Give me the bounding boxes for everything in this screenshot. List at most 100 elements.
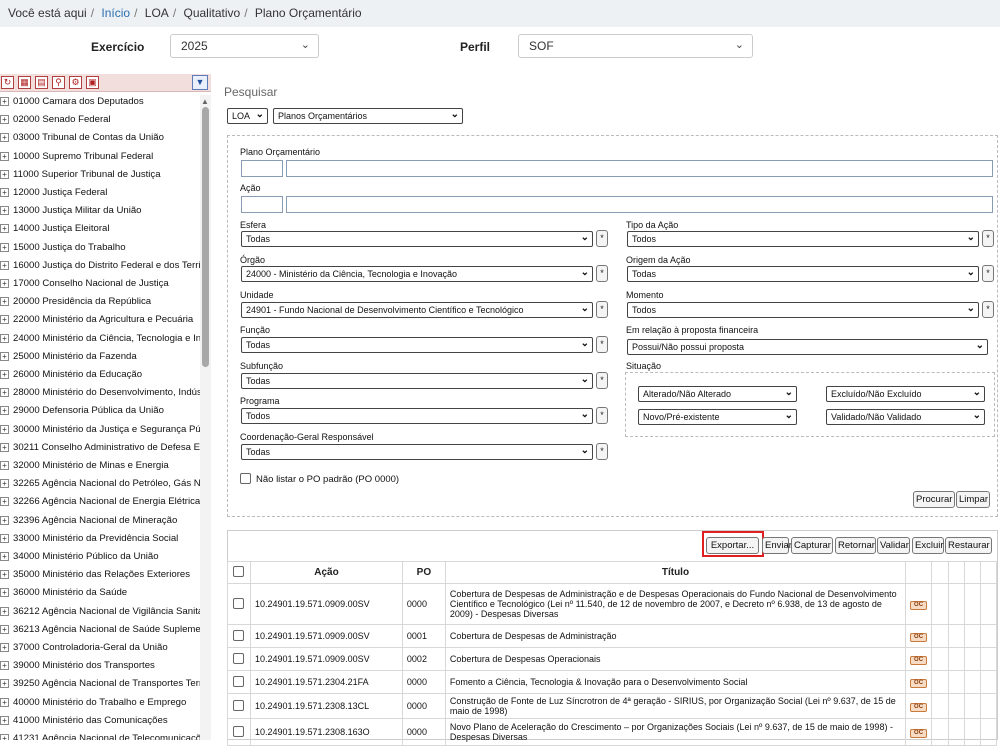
momento-star-button[interactable]: * xyxy=(982,301,994,318)
tree-item[interactable]: +17000 Conselho Nacional de Justiça xyxy=(0,278,200,296)
row-checkbox[interactable] xyxy=(233,652,245,664)
tree-item[interactable]: +32265 Agência Nacional do Petróleo, Gás… xyxy=(0,478,200,496)
expand-plus-icon[interactable]: + xyxy=(0,351,9,361)
tree-item[interactable]: +16000 Justiça do Distrito Federal e dos… xyxy=(0,260,200,278)
expand-plus-icon[interactable]: + xyxy=(0,624,9,634)
excluir-button[interactable]: Excluir xyxy=(912,537,944,554)
novo-select[interactable]: Novo/Pré-existente ⌄ xyxy=(638,409,797,425)
tree-item[interactable]: +29000 Defensoria Pública da União xyxy=(0,405,200,423)
expand-plus-icon[interactable]: + xyxy=(0,442,9,452)
expand-plus-icon[interactable]: + xyxy=(0,133,9,143)
retornar-button[interactable]: Retornar xyxy=(835,537,876,554)
perfil-select[interactable]: SOF ⌄ xyxy=(518,34,753,58)
tree-item[interactable]: +35000 Ministério das Relações Exteriore… xyxy=(0,569,200,587)
tree-item[interactable]: +34000 Ministério Público da União xyxy=(0,551,200,569)
expand-plus-icon[interactable]: + xyxy=(0,406,9,416)
acao-name-input[interactable] xyxy=(286,196,993,213)
expand-plus-icon[interactable]: + xyxy=(0,297,9,307)
oc-badge[interactable]: OC xyxy=(910,679,928,688)
expand-plus-icon[interactable]: + xyxy=(0,424,9,434)
expand-plus-icon[interactable]: + xyxy=(0,151,9,161)
tree-item[interactable]: +22000 Ministério da Agricultura e Pecuá… xyxy=(0,314,200,332)
tree-item[interactable]: +33000 Ministério da Previdência Social xyxy=(0,533,200,551)
expand-plus-icon[interactable]: + xyxy=(0,661,9,671)
row-checkbox[interactable] xyxy=(233,597,245,609)
funcao-star-button[interactable]: * xyxy=(596,336,608,353)
tree-item[interactable]: +01000 Camara dos Deputados xyxy=(0,96,200,114)
plano-code-input[interactable] xyxy=(241,160,283,177)
tipo-acao-star-button[interactable]: * xyxy=(982,230,994,247)
table-row[interactable]: 10.24901.19.571.2308.13CL 0000 Construção … xyxy=(227,693,998,719)
row-checkbox[interactable] xyxy=(233,725,245,737)
orgao-select[interactable]: 24000 - Ministério da Ciência, Tecnologi… xyxy=(241,266,593,282)
origem-star-button[interactable]: * xyxy=(982,265,994,282)
tree-item[interactable]: +41000 Ministério das Comunicações xyxy=(0,715,200,733)
tree-item[interactable]: +41231 Agência Nacional de Telecomunicaç… xyxy=(0,733,200,740)
expand-plus-icon[interactable]: + xyxy=(0,388,9,398)
tree-item[interactable]: +10000 Supremo Tribunal Federal xyxy=(0,151,200,169)
table-row[interactable]: 10.24901.19.571.2308.163O 0000 Novo Plano … xyxy=(227,718,998,746)
esfera-select[interactable]: Todas ⌄ xyxy=(241,231,593,247)
col-acao[interactable]: Ação xyxy=(249,561,403,584)
coord-select[interactable]: Todas ⌄ xyxy=(241,444,593,460)
expand-plus-icon[interactable]: + xyxy=(0,642,9,652)
col-titulo[interactable]: Título xyxy=(444,561,907,584)
coord-star-button[interactable]: * xyxy=(596,443,608,460)
acao-code-input[interactable] xyxy=(241,196,283,213)
oc-badge[interactable]: OC xyxy=(910,656,928,665)
subfuncao-select[interactable]: Todas ⌄ xyxy=(241,373,593,389)
expand-plus-icon[interactable]: + xyxy=(0,588,9,598)
procurar-button[interactable]: Procurar xyxy=(913,491,955,508)
expand-plus-icon[interactable]: + xyxy=(0,533,9,543)
expand-plus-icon[interactable]: + xyxy=(0,697,9,707)
expand-plus-icon[interactable]: + xyxy=(0,242,9,252)
oc-badge[interactable]: OC xyxy=(910,703,928,712)
expand-plus-icon[interactable]: + xyxy=(0,206,9,216)
tree-item[interactable]: +39250 Agência Nacional de Transportes T… xyxy=(0,678,200,696)
expand-plus-icon[interactable]: + xyxy=(0,460,9,470)
tree-item[interactable]: +24000 Ministério da Ciência, Tecnologia… xyxy=(0,333,200,351)
expand-tree-icon[interactable]: ▦ xyxy=(18,76,31,89)
table-row[interactable]: 10.24901.19.571.0909.00SV 0002 Cobertura d… xyxy=(227,647,998,671)
expand-plus-icon[interactable]: + xyxy=(0,733,9,740)
collapse-tree-icon[interactable]: ▤ xyxy=(35,76,48,89)
programa-select[interactable]: Todos ⌄ xyxy=(241,408,593,424)
tree-item[interactable]: +11000 Superior Tribunal de Justiça xyxy=(0,169,200,187)
expand-plus-icon[interactable]: + xyxy=(0,515,9,525)
expand-plus-icon[interactable]: + xyxy=(0,96,9,106)
tree-item[interactable]: +39000 Ministério dos Transportes xyxy=(0,660,200,678)
excluido-select[interactable]: Excluído/Não Excluído ⌄ xyxy=(826,386,985,402)
row-checkbox[interactable] xyxy=(233,675,245,687)
tree-item[interactable]: +03000 Tribunal de Contas da União xyxy=(0,132,200,150)
oc-badge[interactable]: OC xyxy=(910,601,928,610)
programa-star-button[interactable]: * xyxy=(596,407,608,424)
proposta-select[interactable]: Possui/Não possui proposta ⌄ xyxy=(627,339,988,355)
type-select[interactable]: Planos Orçamentários ⌄ xyxy=(273,108,463,124)
expand-plus-icon[interactable]: + xyxy=(0,715,9,725)
table-row[interactable]: 10.24901.19.571.0909.00SV 0001 Cobertura d… xyxy=(227,624,998,648)
validar-button[interactable]: Validar xyxy=(877,537,910,554)
tree-item[interactable]: +28000 Ministério do Desenvolvimento, In… xyxy=(0,387,200,405)
momento-select[interactable]: Todos ⌄ xyxy=(627,302,979,318)
tree-item[interactable]: +32266 Agência Nacional de Energia Elétr… xyxy=(0,496,200,514)
expand-plus-icon[interactable]: + xyxy=(0,115,9,125)
expand-plus-icon[interactable]: + xyxy=(0,606,9,616)
validado-select[interactable]: Validado/Não Validado ⌄ xyxy=(826,409,985,425)
nao-listar-checkbox[interactable] xyxy=(240,473,251,484)
breadcrumb-inicio-link[interactable]: Início xyxy=(101,6,130,20)
window-icon[interactable]: ▣ xyxy=(86,76,99,89)
row-checkbox[interactable] xyxy=(233,629,245,641)
tree-item[interactable]: +36212 Agência Nacional de Vigilância Sa… xyxy=(0,606,200,624)
orgao-star-button[interactable]: * xyxy=(596,265,608,282)
alterado-select[interactable]: Alterado/Não Alterado ⌄ xyxy=(638,386,797,402)
expand-plus-icon[interactable]: + xyxy=(0,679,9,689)
scroll-up-icon[interactable]: ▲ xyxy=(201,97,209,106)
exercicio-select[interactable]: 2025 ⌄ xyxy=(170,34,319,58)
row-checkbox[interactable] xyxy=(233,699,245,711)
tree-scrollbar[interactable]: ▲ xyxy=(200,95,211,740)
tree-item[interactable]: +37000 Controladoria-Geral da União xyxy=(0,642,200,660)
enviar-button[interactable]: Enviar xyxy=(762,537,792,554)
expand-plus-icon[interactable]: + xyxy=(0,224,9,234)
search-icon[interactable]: ⚲ xyxy=(52,76,65,89)
expand-plus-icon[interactable]: + xyxy=(0,333,9,343)
